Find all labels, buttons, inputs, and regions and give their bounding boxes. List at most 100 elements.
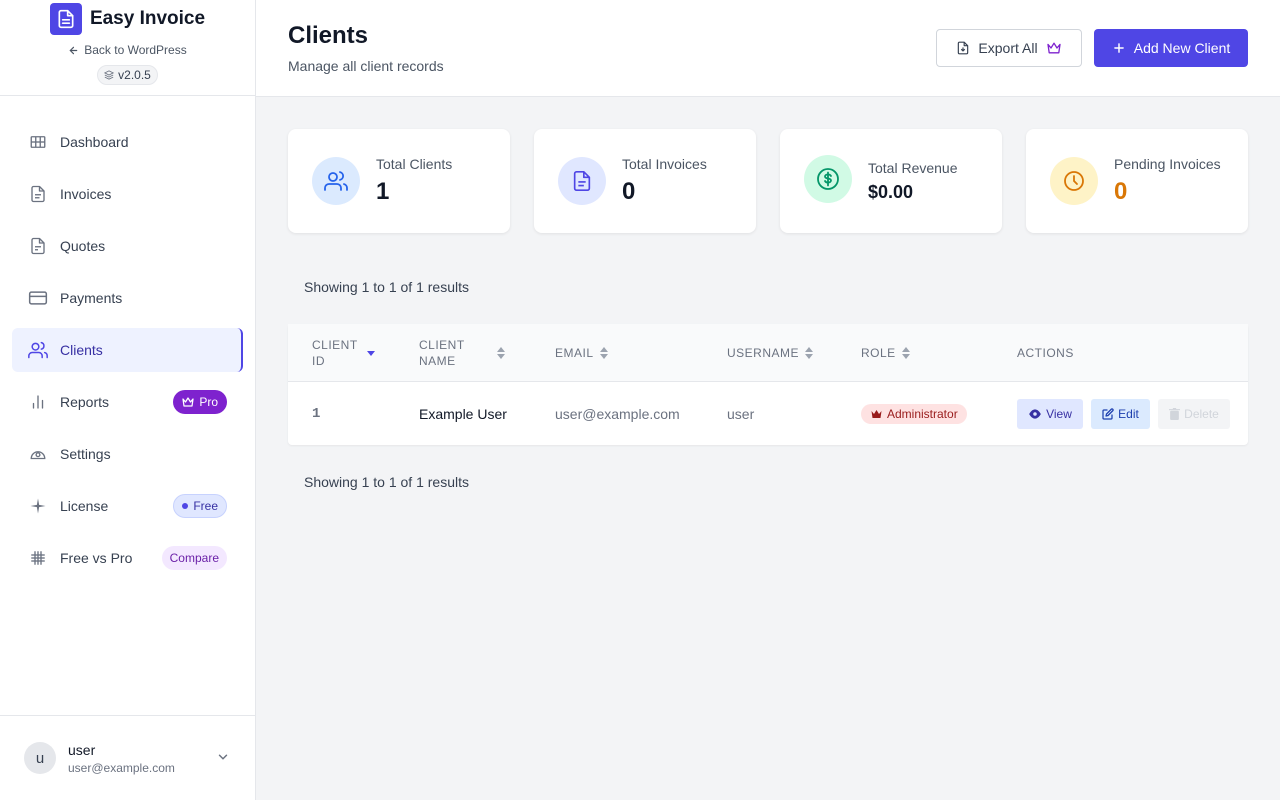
chevron-down-icon[interactable] [216, 750, 230, 769]
stat-card-total-clients: Total Clients 1 [288, 129, 510, 233]
column-label: Email [555, 346, 594, 360]
sidebar-item-reports[interactable]: Reports Pro [12, 380, 243, 424]
stat-label: Total Invoices [622, 156, 707, 172]
user-name: user [68, 741, 96, 758]
eye-icon [1029, 408, 1041, 419]
sidebar-item-settings[interactable]: Settings [12, 432, 243, 476]
crown-icon [871, 409, 882, 418]
free-badge-label: Free [193, 499, 218, 513]
document-icon [28, 236, 48, 256]
dollar-circle-icon [804, 155, 852, 203]
results-summary-top: Showing 1 to 1 of 1 results [304, 279, 469, 295]
role-badge: Administrator [861, 403, 967, 424]
sidebar-item-label: Payments [60, 290, 123, 306]
column-header-client-name[interactable]: Client Name [419, 324, 505, 382]
export-all-button[interactable]: Export All [936, 29, 1082, 67]
compare-badge: Compare [161, 546, 227, 570]
column-label: Client Name [419, 338, 465, 368]
edit-button[interactable]: Edit [1091, 398, 1150, 429]
column-header-actions: Actions [1017, 324, 1074, 382]
column-label: Username [727, 346, 800, 360]
export-label: Export All [978, 40, 1038, 56]
sidebar-item-license[interactable]: License Free [12, 484, 243, 528]
avatar: u [24, 742, 56, 774]
view-label: View [1046, 406, 1072, 421]
username-cell: user [727, 405, 755, 422]
sidebar-item-clients[interactable]: Clients [12, 328, 243, 372]
stat-value: 1 [376, 178, 390, 205]
email-cell: user@example.com [555, 405, 680, 422]
column-label: Client ID [312, 338, 358, 368]
edit-label: Edit [1118, 406, 1139, 421]
user-email: user@example.com [68, 760, 175, 775]
status-dot [182, 503, 189, 509]
stat-card-total-invoices: Total Invoices 0 [534, 129, 756, 233]
users-icon [28, 340, 48, 360]
sort-icon [901, 347, 910, 359]
results-summary-bottom: Showing 1 to 1 of 1 results [304, 474, 469, 490]
back-link-label: Back to WordPress [84, 43, 187, 57]
sidebar-item-free-vs-pro[interactable]: Free vs Pro Compare [12, 536, 243, 580]
view-button[interactable]: View [1017, 398, 1083, 429]
role-cell: Administrator [861, 382, 967, 445]
sort-icon [497, 347, 505, 359]
crown-icon [1046, 42, 1061, 54]
hash-icon [28, 548, 48, 568]
client-name-cell: Example User [419, 405, 507, 422]
stat-card-total-revenue: Total Revenue $0.00 [780, 129, 1002, 233]
stat-value: $0.00 [868, 181, 914, 202]
clock-icon [1050, 157, 1098, 205]
sidebar-item-dashboard[interactable]: Dashboard [12, 120, 243, 164]
sidebar-item-label: Free vs Pro [60, 550, 133, 566]
free-badge: Free [173, 494, 227, 518]
arrow-left-icon [69, 46, 78, 54]
page-header: Clients Manage all client records Export… [256, 0, 1280, 97]
sidebar-item-payments[interactable]: Payments [12, 276, 243, 320]
sidebar-item-label: Clients [60, 342, 103, 358]
credit-card-icon [28, 288, 48, 308]
sidebar-item-invoices[interactable]: Invoices [12, 172, 243, 216]
bar-chart-icon [28, 392, 48, 412]
sparkle-icon [28, 496, 48, 516]
crown-icon [182, 397, 194, 407]
stat-label: Total Clients [376, 156, 453, 172]
sidebar-item-label: Dashboard [60, 134, 129, 150]
sidebar: Easy Invoice Back to WordPress v2.0.5 Da… [0, 0, 256, 800]
document-icon [558, 157, 606, 205]
column-header-username[interactable]: Username [727, 324, 814, 382]
column-header-role[interactable]: Role [861, 324, 910, 382]
back-to-wordpress-link[interactable]: Back to WordPress [68, 43, 187, 57]
users-icon [312, 157, 360, 205]
delete-button[interactable]: Delete [1158, 398, 1230, 429]
trash-icon [1169, 407, 1181, 420]
column-header-email[interactable]: Email [555, 324, 608, 382]
sidebar-item-quotes[interactable]: Quotes [12, 224, 243, 268]
user-menu[interactable]: u user user@example.com [0, 715, 256, 800]
sort-desc-icon [367, 351, 375, 356]
add-new-client-button[interactable]: Add New Client [1094, 29, 1248, 67]
version-text: v2.0.5 [118, 68, 151, 82]
sidebar-nav: Dashboard Invoices Quotes Payments Clien… [12, 120, 243, 588]
sidebar-item-label: Quotes [60, 238, 106, 254]
stat-label: Pending Invoices [1114, 156, 1221, 172]
add-label: Add New Client [1133, 40, 1231, 56]
plus-icon [1113, 43, 1124, 53]
invoice-logo-icon [49, 3, 82, 35]
stat-card-pending-invoices: Pending Invoices 0 [1026, 129, 1248, 233]
clients-table: Client ID Client Name Email Username Rol… [288, 324, 1248, 445]
gear-icon [28, 444, 48, 464]
pro-badge-label: Pro [199, 395, 218, 409]
brand-header: Easy Invoice Back to WordPress v2.0.5 [0, 0, 255, 96]
pro-badge: Pro [173, 390, 227, 414]
app-name: Easy Invoice [89, 8, 206, 29]
client-id-cell: 1 [312, 405, 321, 422]
sidebar-item-label: Invoices [60, 186, 112, 202]
role-label: Administrator [887, 406, 958, 421]
actions-cell: View Edit Delete [1017, 382, 1230, 445]
page-subtitle: Manage all client records [288, 58, 444, 74]
column-header-client-id[interactable]: Client ID [312, 324, 376, 382]
table-header: Client ID Client Name Email Username Rol… [288, 324, 1248, 382]
sort-icon [599, 347, 608, 359]
edit-icon [1102, 407, 1114, 420]
delete-label: Delete [1184, 406, 1219, 421]
